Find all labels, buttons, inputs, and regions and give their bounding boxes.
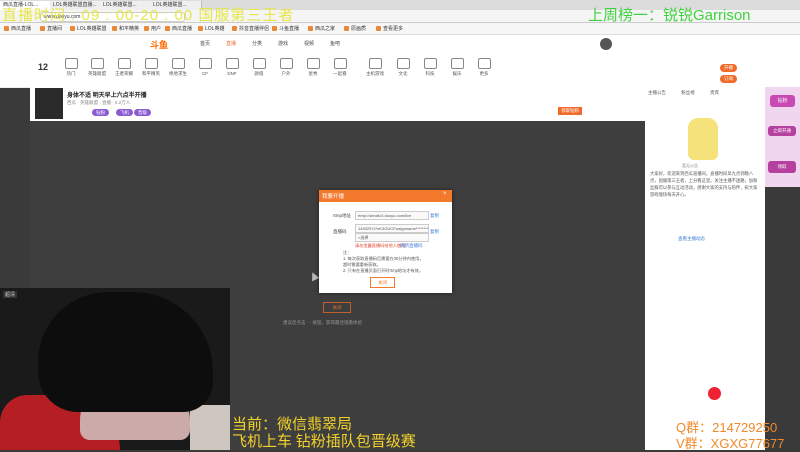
rtmp-field[interactable]: rtmp://sendtc3.douyu.com/live xyxy=(355,211,429,220)
category-icon xyxy=(279,58,293,69)
category-icon xyxy=(333,58,347,69)
stream-code-label: 直播码 xyxy=(333,229,347,234)
bookmark-item[interactable]: 西瓜之家 xyxy=(308,25,335,32)
category-icon xyxy=(450,58,464,69)
nav-video[interactable]: 视频 xyxy=(304,40,314,47)
announcement-text: 大家好，欢迎来到西瓜直播间，直播时间早九点到晚八点，国服第三王者，上分看这里。关… xyxy=(650,171,758,197)
category-item[interactable]: 主机游戏 xyxy=(364,58,386,77)
mascot-caption: 暂无公告 xyxy=(682,163,698,168)
bookmark-item[interactable]: 和平精英 xyxy=(112,25,139,32)
sidebar-tabs: 主播公告 粉丝榜 贵宾 xyxy=(648,90,762,96)
category-item[interactable]: 颜值 xyxy=(248,58,270,77)
category-icon xyxy=(225,58,239,69)
category-icon xyxy=(368,58,382,69)
tab-vip[interactable]: 贵宾 xyxy=(710,90,719,95)
category-item[interactable]: CF xyxy=(194,58,216,76)
rtmp-label: rtmp地址 xyxy=(333,213,351,218)
category-item[interactable]: 娱乐 xyxy=(446,58,468,77)
webcam-background xyxy=(190,405,230,450)
category-item[interactable]: 王者荣耀 xyxy=(113,58,135,77)
bookmark-item[interactable]: LOL英雄 xyxy=(198,25,224,32)
category-item[interactable]: 科技 xyxy=(419,58,441,77)
fan-badge-button[interactable]: 领取钻粉 xyxy=(558,107,582,115)
category-icon xyxy=(396,58,410,69)
copy-code-button[interactable]: 复制 xyxy=(430,229,439,235)
overlay-wechat-group: V群：XGXG77677 xyxy=(676,436,785,451)
player-hint: 建议您点击 ··· 按钮，获得最佳观看体验 xyxy=(283,320,362,325)
bookmark-item[interactable]: 抖音直播伴侣 xyxy=(232,25,269,32)
category-icon xyxy=(477,58,491,69)
category-icon xyxy=(90,58,104,69)
room-tag[interactable]: 晋级 xyxy=(134,109,151,116)
stream-code-field[interactable]: 1493257r7eK3OUCFwsignname******** xyxy=(355,224,429,233)
category-item[interactable]: 一起看 xyxy=(329,58,351,77)
overlay-top-donor: 上周榜一：锐锐Garrison xyxy=(588,7,751,24)
sidebar-link[interactable]: 查看主播动态 xyxy=(678,236,705,242)
dialog-title: 我要开播 xyxy=(322,194,345,200)
room-title: 身体不适 明天早上六点半开播 xyxy=(67,93,147,99)
webcam-label: 超清 xyxy=(3,291,18,298)
category-item[interactable]: 更多 xyxy=(473,58,495,77)
tab-announcement[interactable]: 主播公告 xyxy=(648,90,666,95)
category-icon xyxy=(306,58,320,69)
nav-category[interactable]: 分类 xyxy=(252,40,262,47)
bookmark-item[interactable]: 西瓜直播 xyxy=(4,25,31,32)
nav-game[interactable]: 游戏 xyxy=(278,40,288,47)
bookmark-item[interactable]: LOL英雄联盟 xyxy=(70,25,106,32)
category-icon xyxy=(252,58,266,69)
promo-open-button[interactable]: 立即开通 xyxy=(768,126,796,136)
upload-button[interactable]: 开播 xyxy=(720,64,737,72)
copy-rtmp-button[interactable]: 复制 xyxy=(430,213,439,219)
player-action-button[interactable]: 关闭 xyxy=(323,302,351,313)
close-icon[interactable]: × xyxy=(443,191,447,197)
promo-badge: 钻粉 xyxy=(770,95,795,107)
overlay-event: 飞机上车 钻粉插队包晋级赛 xyxy=(232,434,416,450)
category-icon xyxy=(171,58,185,69)
overlay-schedule: 直播时间 : 09 : 00-20 : 00 国服第三王者 xyxy=(2,7,295,24)
dialog-warning: 请勿泄露直播码给他人使用 xyxy=(355,243,406,248)
bookmark-item[interactable]: 查看更多 xyxy=(376,25,403,32)
mascot-image xyxy=(688,118,718,160)
category-item[interactable]: 绝地求生 xyxy=(167,58,189,77)
tab-fans[interactable]: 粉丝榜 xyxy=(681,90,695,95)
overlay-brand: 浪小瓜 xyxy=(725,388,762,402)
bookmark-item[interactable]: 用户 xyxy=(144,25,161,32)
nav-live[interactable]: 直播 xyxy=(226,40,236,47)
avatar[interactable] xyxy=(600,38,612,50)
category-item[interactable]: 星秀 xyxy=(302,58,324,77)
category-item[interactable]: 英雄联盟 xyxy=(86,58,108,77)
bookmark-item[interactable]: 原画质 xyxy=(344,25,366,32)
refresh-code-link[interactable]: 刷新直播码 xyxy=(400,243,423,249)
code-select[interactable]: <选择 xyxy=(355,233,429,242)
nav-fishbar[interactable]: 鱼吧 xyxy=(330,40,340,47)
dialog-note: 2. 只有在直播页面打开时rtmp地址才有效。 xyxy=(343,268,424,273)
category-icon xyxy=(64,58,78,69)
category-item[interactable]: 文化 xyxy=(392,58,414,77)
room-tag[interactable]: 飞机 xyxy=(116,109,133,116)
category-item[interactable]: 热门 xyxy=(60,58,82,77)
room-meta: 西瓜 · 英雄联盟 · 直播 · 6.2万人 xyxy=(67,100,131,105)
dialog-close-button[interactable]: 关闭 xyxy=(370,277,395,288)
category-icon xyxy=(144,58,158,69)
category-item[interactable]: 户外 xyxy=(275,58,297,77)
category-icon xyxy=(198,58,212,69)
category-item[interactable]: 和平精英 xyxy=(140,58,162,77)
room-thumbnail xyxy=(35,88,63,119)
category-item[interactable]: DNF xyxy=(221,58,243,76)
date-number: 12 xyxy=(38,62,49,72)
bookmark-item[interactable]: 直播间 xyxy=(40,25,62,32)
follow-button[interactable]: 订阅 xyxy=(720,75,737,83)
category-icon xyxy=(117,58,131,69)
room-tag[interactable]: 钻粉 xyxy=(92,109,109,116)
bookmark-item[interactable]: 斗鱼直播 xyxy=(272,25,299,32)
bookmark-item[interactable]: 西瓜直播 xyxy=(165,25,192,32)
site-logo[interactable]: 斗鱼 xyxy=(150,38,168,51)
category-icon xyxy=(423,58,437,69)
promo-claim-button[interactable]: 领取 xyxy=(768,161,796,173)
brand-logo-icon xyxy=(708,387,721,400)
nav-home[interactable]: 首页 xyxy=(200,40,210,47)
